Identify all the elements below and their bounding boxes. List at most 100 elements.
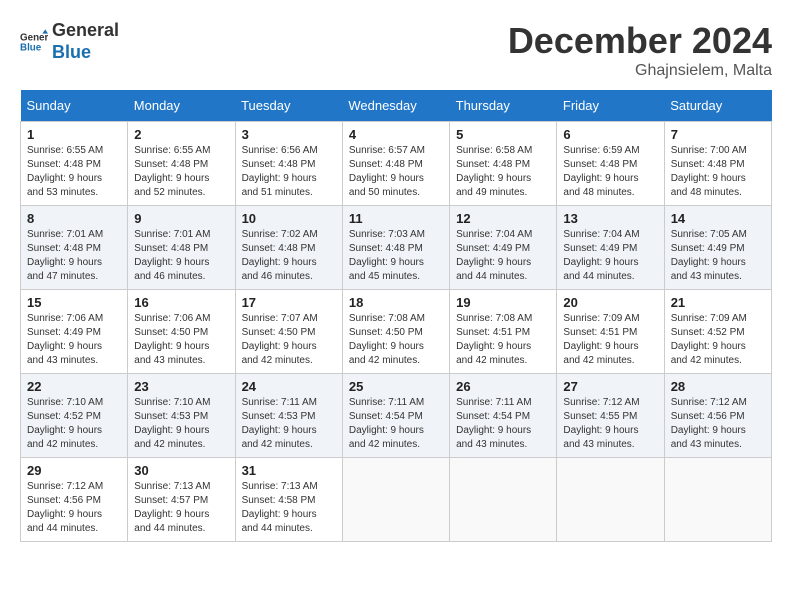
day-info: Sunrise: 7:02 AM Sunset: 4:48 PM Dayligh… [242, 228, 336, 284]
day-number: 8 [27, 211, 121, 226]
calendar-week-5: 29 Sunrise: 7:12 AM Sunset: 4:56 PM Dayli… [21, 458, 772, 542]
calendar-week-3: 15 Sunrise: 7:06 AM Sunset: 4:49 PM Dayli… [21, 290, 772, 374]
day-info: Sunrise: 6:59 AM Sunset: 4:48 PM Dayligh… [563, 144, 657, 200]
weekday-header-saturday: Saturday [664, 90, 771, 122]
day-info: Sunrise: 7:12 AM Sunset: 4:55 PM Dayligh… [563, 396, 657, 452]
day-info: Sunrise: 7:04 AM Sunset: 4:49 PM Dayligh… [456, 228, 550, 284]
calendar-day-cell: 19Sunrise: 7:08 AM Sunset: 4:51 PM Dayli… [450, 290, 557, 374]
day-number: 13 [563, 211, 657, 226]
weekday-header-friday: Friday [557, 90, 664, 122]
day-info: Sunrise: 7:08 AM Sunset: 4:50 PM Dayligh… [349, 312, 443, 368]
day-info: Sunrise: 7:12 AM Sunset: 4:56 PM Dayligh… [671, 396, 765, 452]
logo-line1: General [52, 20, 119, 42]
calendar-day-cell: 5Sunrise: 6:58 AM Sunset: 4:48 PM Daylig… [450, 122, 557, 206]
day-number: 16 [134, 295, 228, 310]
day-info: Sunrise: 7:01 AM Sunset: 4:48 PM Dayligh… [27, 228, 121, 284]
calendar-day-cell: 16 Sunrise: 7:06 AM Sunset: 4:50 PM Dayli… [128, 290, 235, 374]
month-year-title: December 2024 [508, 20, 772, 62]
day-number: 24 [242, 379, 336, 394]
calendar-table: SundayMondayTuesdayWednesdayThursdayFrid… [20, 90, 772, 542]
day-info: Sunrise: 7:13 AM Sunset: 4:58 PM Dayligh… [242, 480, 336, 536]
day-number: 3 [242, 127, 336, 142]
day-number: 21 [671, 295, 765, 310]
calendar-day-cell [342, 458, 449, 542]
day-number: 17 [242, 295, 336, 310]
calendar-day-cell: 25 Sunrise: 7:11 AM Sunset: 4:54 PM Dayli… [342, 374, 449, 458]
day-info: Sunrise: 7:09 AM Sunset: 4:52 PM Dayligh… [671, 312, 765, 368]
day-number: 23 [134, 379, 228, 394]
calendar-day-cell: 14 Sunrise: 7:05 AM Sunset: 4:49 PM Dayli… [664, 206, 771, 290]
day-number: 10 [242, 211, 336, 226]
day-info: Sunrise: 7:07 AM Sunset: 4:50 PM Dayligh… [242, 312, 336, 368]
day-info: Sunrise: 7:04 AM Sunset: 4:49 PM Dayligh… [563, 228, 657, 284]
calendar-day-cell: 30Sunrise: 7:13 AM Sunset: 4:57 PM Dayli… [128, 458, 235, 542]
day-number: 1 [27, 127, 121, 142]
calendar-day-cell [450, 458, 557, 542]
day-info: Sunrise: 7:01 AM Sunset: 4:48 PM Dayligh… [134, 228, 228, 284]
calendar-day-cell: 7 Sunrise: 7:00 AM Sunset: 4:48 PM Daylig… [664, 122, 771, 206]
day-info: Sunrise: 6:56 AM Sunset: 4:48 PM Dayligh… [242, 144, 336, 200]
day-number: 14 [671, 211, 765, 226]
calendar-day-cell: 3 Sunrise: 6:56 AM Sunset: 4:48 PM Daylig… [235, 122, 342, 206]
calendar-title-area: December 2024 Ghajnsielem, Malta [508, 20, 772, 80]
day-info: Sunrise: 7:06 AM Sunset: 4:49 PM Dayligh… [27, 312, 121, 368]
calendar-day-cell: 13 Sunrise: 7:04 AM Sunset: 4:49 PM Dayli… [557, 206, 664, 290]
day-number: 28 [671, 379, 765, 394]
day-info: Sunrise: 7:05 AM Sunset: 4:49 PM Dayligh… [671, 228, 765, 284]
calendar-day-cell: 27 Sunrise: 7:12 AM Sunset: 4:55 PM Dayli… [557, 374, 664, 458]
day-number: 22 [27, 379, 121, 394]
day-number: 29 [27, 463, 121, 478]
calendar-day-cell: 31 Sunrise: 7:13 AM Sunset: 4:58 PM Dayli… [235, 458, 342, 542]
day-info: Sunrise: 7:09 AM Sunset: 4:51 PM Dayligh… [563, 312, 657, 368]
day-number: 7 [671, 127, 765, 142]
weekday-header-row: SundayMondayTuesdayWednesdayThursdayFrid… [21, 90, 772, 122]
calendar-day-cell: 28 Sunrise: 7:12 AM Sunset: 4:56 PM Dayli… [664, 374, 771, 458]
calendar-day-cell: 11 Sunrise: 7:03 AM Sunset: 4:48 PM Dayli… [342, 206, 449, 290]
calendar-day-cell: 20 Sunrise: 7:09 AM Sunset: 4:51 PM Dayli… [557, 290, 664, 374]
weekday-header-wednesday: Wednesday [342, 90, 449, 122]
logo-line2: Blue [52, 42, 119, 64]
day-number: 18 [349, 295, 443, 310]
calendar-day-cell: 26Sunrise: 7:11 AM Sunset: 4:54 PM Dayli… [450, 374, 557, 458]
calendar-day-cell: 1Sunrise: 6:55 AM Sunset: 4:48 PM Daylig… [21, 122, 128, 206]
day-number: 20 [563, 295, 657, 310]
day-info: Sunrise: 7:03 AM Sunset: 4:48 PM Dayligh… [349, 228, 443, 284]
day-info: Sunrise: 7:10 AM Sunset: 4:52 PM Dayligh… [27, 396, 121, 452]
calendar-day-cell: 8 Sunrise: 7:01 AM Sunset: 4:48 PM Daylig… [21, 206, 128, 290]
calendar-day-cell: 18 Sunrise: 7:08 AM Sunset: 4:50 PM Dayli… [342, 290, 449, 374]
day-number: 15 [27, 295, 121, 310]
calendar-day-cell: 6 Sunrise: 6:59 AM Sunset: 4:48 PM Daylig… [557, 122, 664, 206]
day-info: Sunrise: 7:06 AM Sunset: 4:50 PM Dayligh… [134, 312, 228, 368]
day-info: Sunrise: 7:11 AM Sunset: 4:54 PM Dayligh… [349, 396, 443, 452]
calendar-day-cell: 15 Sunrise: 7:06 AM Sunset: 4:49 PM Dayli… [21, 290, 128, 374]
day-number: 27 [563, 379, 657, 394]
day-number: 25 [349, 379, 443, 394]
calendar-day-cell: 23 Sunrise: 7:10 AM Sunset: 4:53 PM Dayli… [128, 374, 235, 458]
weekday-header-sunday: Sunday [21, 90, 128, 122]
calendar-day-cell [557, 458, 664, 542]
day-number: 19 [456, 295, 550, 310]
calendar-day-cell: 24Sunrise: 7:11 AM Sunset: 4:53 PM Dayli… [235, 374, 342, 458]
day-number: 11 [349, 211, 443, 226]
calendar-day-cell: 22 Sunrise: 7:10 AM Sunset: 4:52 PM Dayli… [21, 374, 128, 458]
day-number: 30 [134, 463, 228, 478]
calendar-day-cell [664, 458, 771, 542]
calendar-day-cell: 4Sunrise: 6:57 AM Sunset: 4:48 PM Daylig… [342, 122, 449, 206]
location-subtitle: Ghajnsielem, Malta [508, 62, 772, 80]
day-info: Sunrise: 7:12 AM Sunset: 4:56 PM Dayligh… [27, 480, 121, 536]
weekday-header-thursday: Thursday [450, 90, 557, 122]
calendar-day-cell: 12Sunrise: 7:04 AM Sunset: 4:49 PM Dayli… [450, 206, 557, 290]
day-info: Sunrise: 7:00 AM Sunset: 4:48 PM Dayligh… [671, 144, 765, 200]
calendar-day-cell: 29 Sunrise: 7:12 AM Sunset: 4:56 PM Dayli… [21, 458, 128, 542]
calendar-day-cell: 9Sunrise: 7:01 AM Sunset: 4:48 PM Daylig… [128, 206, 235, 290]
svg-text:Blue: Blue [20, 42, 42, 53]
day-number: 4 [349, 127, 443, 142]
logo-icon: General Blue [20, 28, 48, 56]
day-info: Sunrise: 7:11 AM Sunset: 4:54 PM Dayligh… [456, 396, 550, 452]
day-number: 5 [456, 127, 550, 142]
day-info: Sunrise: 7:10 AM Sunset: 4:53 PM Dayligh… [134, 396, 228, 452]
calendar-day-cell: 17 Sunrise: 7:07 AM Sunset: 4:50 PM Dayli… [235, 290, 342, 374]
day-number: 31 [242, 463, 336, 478]
calendar-week-1: 1Sunrise: 6:55 AM Sunset: 4:48 PM Daylig… [21, 122, 772, 206]
day-number: 6 [563, 127, 657, 142]
